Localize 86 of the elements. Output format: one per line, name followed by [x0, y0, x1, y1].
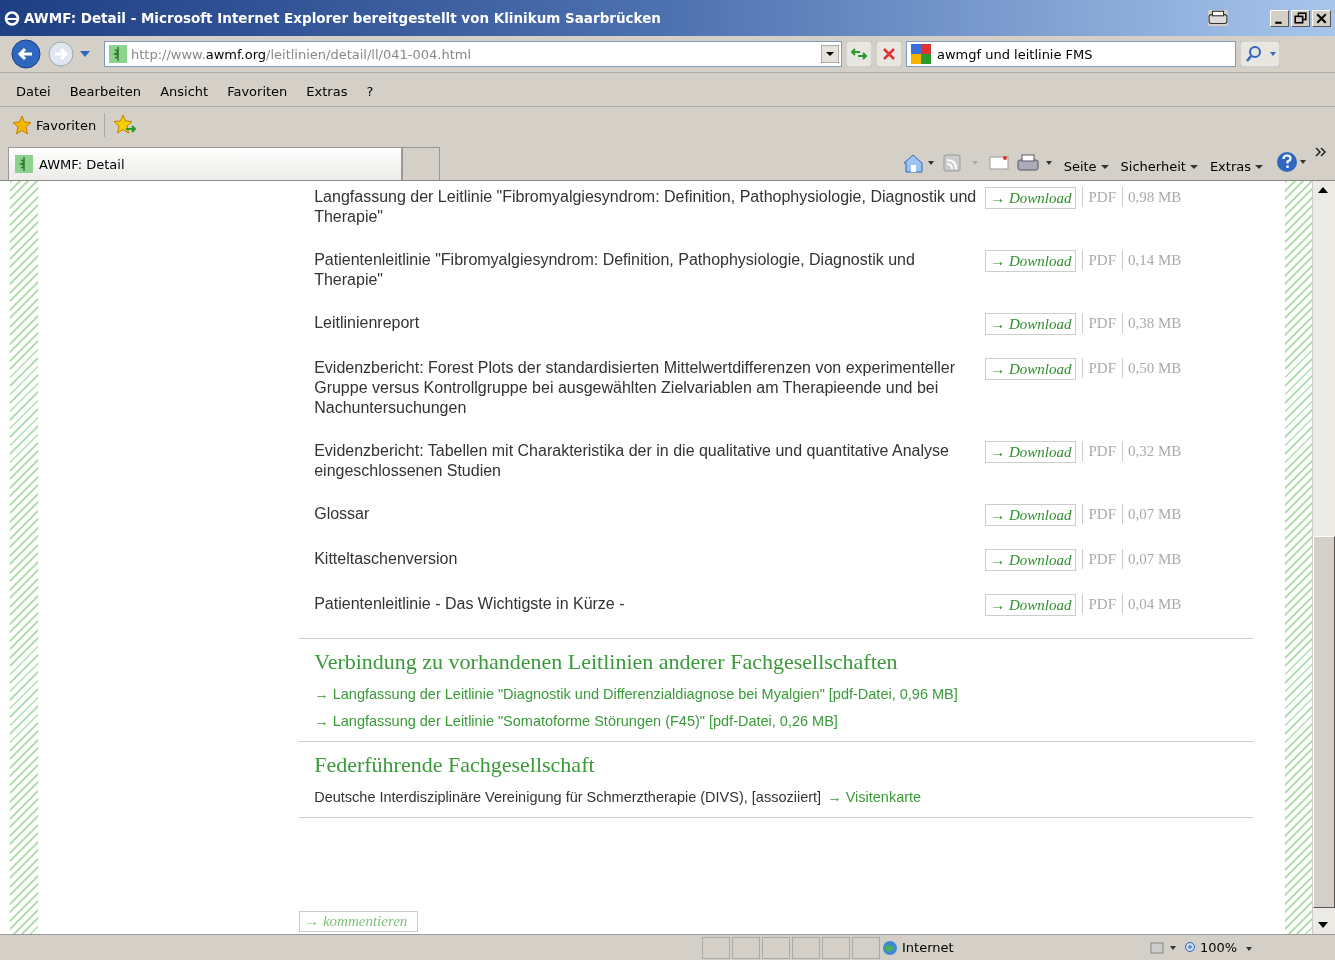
status-panel	[732, 936, 760, 959]
document-title: Patientenleitlinie "Fibromyalgiesyndrom: Definition, Pathophysiologie, Diagnostik und Therapie"	[314, 250, 916, 290]
command-menu[interactable]: Sicherheit	[1120, 159, 1198, 174]
menu-item[interactable]: Datei	[16, 83, 51, 99]
window-title: AWMF: Detail - Microsoft Internet Explorer bereitgestellt von Klinikum Saarbrücken	[24, 10, 661, 26]
globe-icon	[882, 939, 898, 956]
document-title: Kitteltaschenversion	[314, 549, 459, 569]
status-panel	[702, 936, 730, 959]
zoom-icon	[1184, 940, 1198, 955]
caret-icon	[1189, 163, 1198, 170]
file-type: PDF	[1082, 504, 1116, 524]
dropdown-arrow-icon[interactable]	[821, 45, 839, 63]
restore-icon[interactable]	[1291, 9, 1310, 27]
status-panel	[822, 936, 850, 959]
site-icon	[109, 45, 127, 63]
guideline-link[interactable]: → Langfassung der Leitlinie "Somatoforme Störungen (F45)" [pdf-Datei, 0,26 MB]	[314, 713, 1239, 729]
menu-item[interactable]: Bearbeiten	[69, 83, 142, 99]
file-size: 0,50 MB	[1122, 358, 1182, 378]
file-size: 0,32 MB	[1122, 441, 1182, 461]
status-panel	[852, 936, 880, 959]
back-icon[interactable]	[10, 38, 42, 70]
document-title: Glossar	[314, 504, 371, 524]
menu-item[interactable]: Favoriten	[227, 83, 288, 99]
file-type: PDF	[1082, 441, 1116, 461]
file-size: 0,07 MB	[1122, 549, 1182, 569]
address-field[interactable]: http://www.awmf.org/leitlinien/detail/ll/041-004.html	[104, 41, 842, 67]
status-panel	[762, 936, 790, 959]
menu-item[interactable]: Ansicht	[160, 83, 209, 99]
file-size: 0,14 MB	[1122, 250, 1182, 270]
chevron-icon[interactable]	[1315, 147, 1327, 157]
star-icon	[12, 115, 32, 135]
search-icon[interactable]	[1240, 41, 1280, 67]
download-button[interactable]: → Download	[985, 594, 1077, 616]
help-icon[interactable]	[1275, 150, 1309, 174]
document-title: Leitlinienreport	[314, 313, 421, 333]
file-size: 0,98 MB	[1122, 187, 1182, 207]
site-icon	[15, 155, 33, 173]
document-title: Patientenleitlinie - Das Wichtigste in Kürze -	[314, 594, 626, 614]
download-button[interactable]: → Download	[985, 441, 1077, 463]
download-button[interactable]: → Download	[985, 187, 1077, 209]
file-size: 0,04 MB	[1122, 594, 1182, 614]
document-title: Evidenzbericht: Tabellen mit Charakteristika der in die qualitative und quantitative Analyse eingeschlossenen Studien	[314, 441, 950, 481]
caret-icon	[1255, 163, 1263, 170]
security-zone: Internet	[882, 939, 1132, 956]
command-menu[interactable]: Extras	[1209, 159, 1263, 174]
url-text: http://www.	[131, 46, 206, 62]
browser-tab[interactable]: AWMF: Detail	[8, 147, 402, 180]
download-button[interactable]: → Download	[985, 250, 1077, 272]
download-button[interactable]: → Download	[985, 313, 1077, 335]
download-button[interactable]: → Download	[985, 549, 1077, 571]
zoom-level[interactable]: 100%	[1184, 940, 1238, 955]
society-name: Deutsche Interdisziplinäre Vereinigung für Schmerztherapie (DIVS), [assoziiert]	[314, 789, 822, 805]
menu-item[interactable]: ?	[366, 83, 374, 99]
guideline-link[interactable]: → Langfassung der Leitlinie "Diagnostik und Differenzialdiagnose bei Myalgien" [pdf-Datei, 0,96 MB]	[314, 686, 1239, 702]
refresh-icon[interactable]	[846, 41, 872, 67]
section-heading: Verbindung zu vorhandenen Leitlinien anderer Fachgesellschaften	[314, 649, 899, 675]
minimize-icon[interactable]	[1270, 9, 1289, 27]
section-heading: Federführende Fachgesellschaft	[314, 752, 596, 778]
search-field[interactable]: awmgf und leitlinie FMS	[906, 41, 1236, 67]
file-type: PDF	[1082, 358, 1116, 378]
file-type: PDF	[1082, 250, 1116, 270]
caret-icon	[1100, 163, 1109, 170]
file-type: PDF	[1082, 594, 1116, 614]
printer-icon[interactable]	[1208, 10, 1228, 26]
stop-icon[interactable]	[876, 41, 902, 67]
file-type: PDF	[1082, 187, 1116, 207]
download-button[interactable]: → Download	[985, 358, 1077, 380]
business-card-link[interactable]: → Visitenkarte	[827, 789, 922, 805]
favorites-button[interactable]: Favoriten	[12, 115, 97, 135]
command-menu[interactable]: Seite	[1063, 159, 1109, 174]
file-size: 0,38 MB	[1122, 313, 1182, 333]
home-icon[interactable]	[901, 152, 936, 174]
search-provider-icon	[911, 44, 931, 64]
download-button[interactable]: → Download	[985, 504, 1077, 526]
scrollbar[interactable]	[1312, 181, 1335, 934]
dropdown-icon[interactable]	[80, 50, 90, 58]
close-icon[interactable]	[1312, 9, 1331, 27]
file-type: PDF	[1082, 313, 1116, 333]
status-panel	[792, 936, 820, 959]
document-title: Evidenzbericht: Forest Plots der standardisierten Mittelwertdifferenzen von experimenteller Gruppe versus Kontrollgruppe bei ausgewählten Zielvariablen am Therapieende und bei Nachuntersuchungen	[314, 358, 957, 418]
document-title: Langfassung der Leitlinie "Fibromyalgiesyndrom: Definition, Pathophysiologie, Diagnostik und Therapie"	[314, 187, 978, 227]
url-text: awmf.org	[205, 46, 267, 62]
file-size: 0,07 MB	[1122, 504, 1182, 524]
file-type: PDF	[1082, 549, 1116, 569]
url-text: /leitlinien/detail/ll/041-004.html	[266, 46, 471, 62]
menu-item[interactable]: Extras	[306, 83, 348, 99]
